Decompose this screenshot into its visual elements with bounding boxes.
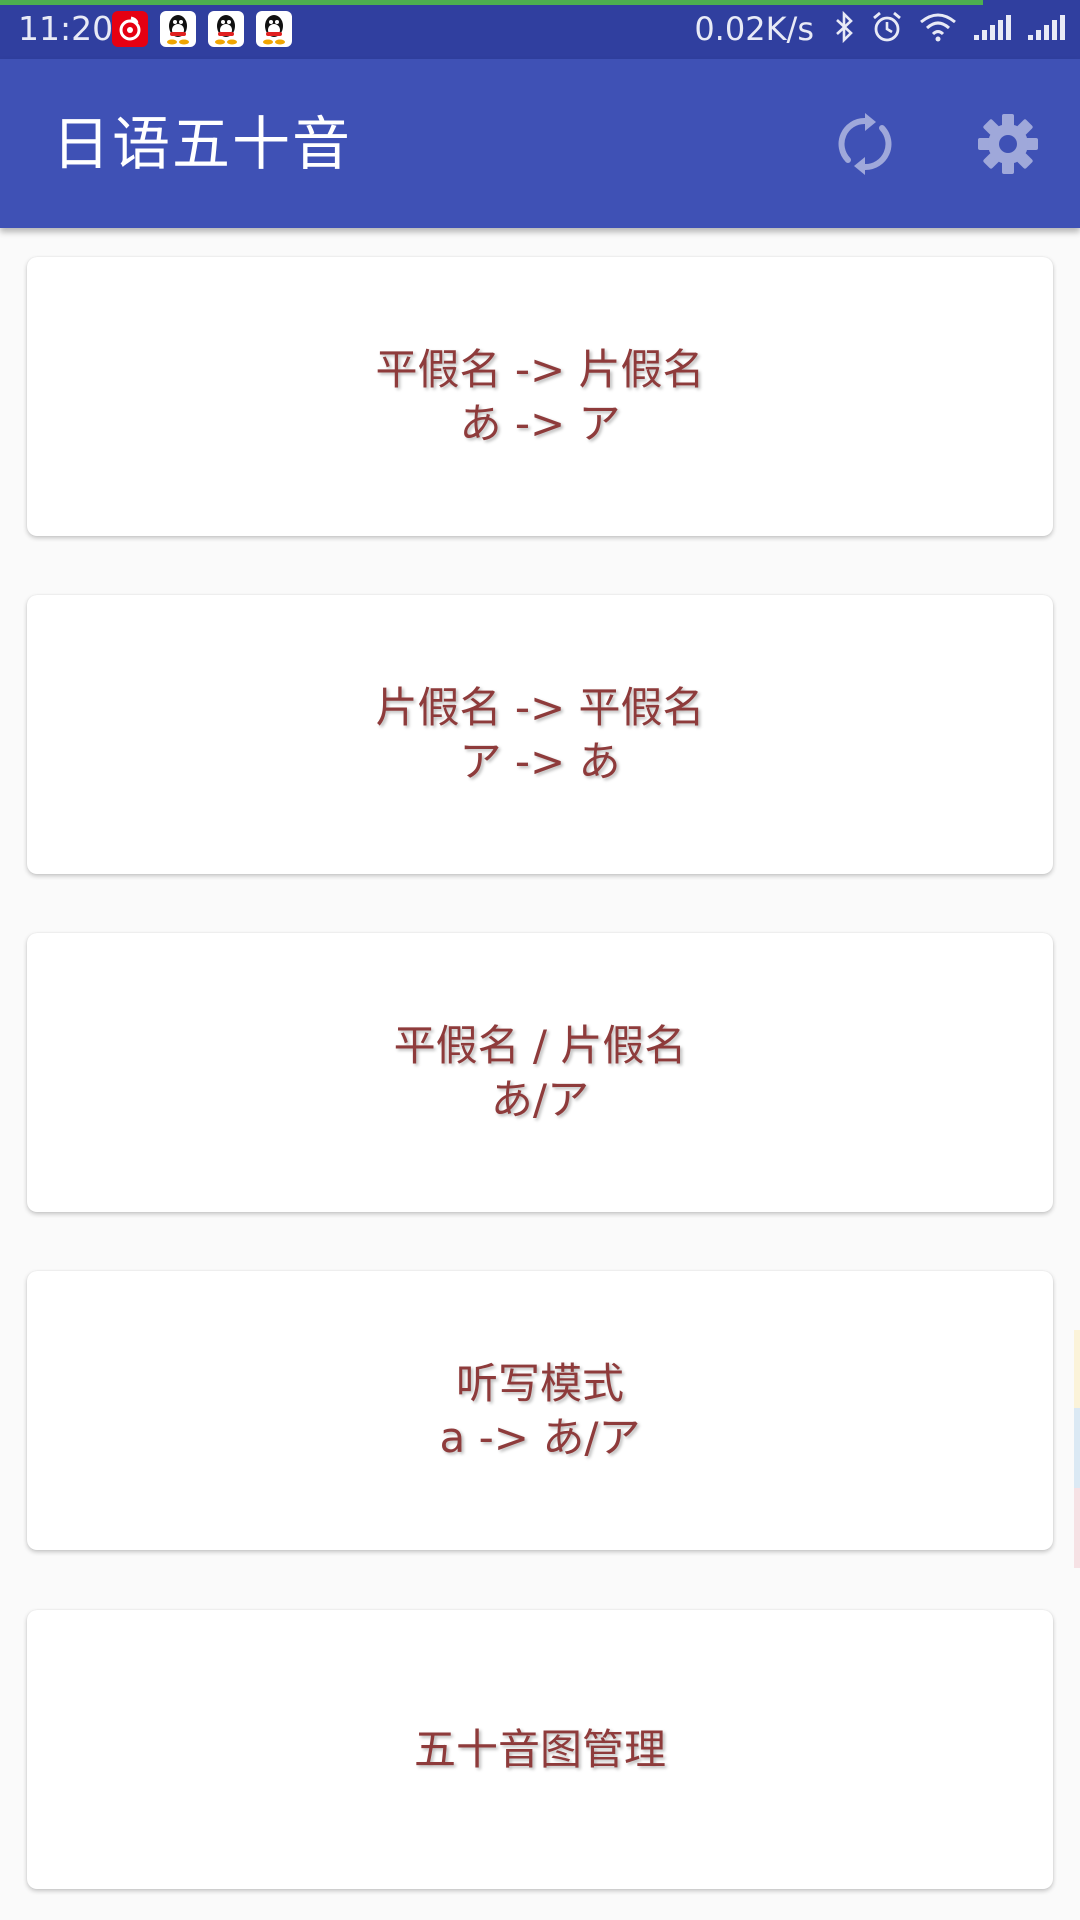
card-title: 五十音图管理 <box>413 1724 666 1774</box>
refresh-icon <box>838 113 892 175</box>
card-title: 平假名 / 片假名 <box>393 1020 687 1070</box>
card-title: 听写模式 <box>455 1358 624 1408</box>
card-hiragana-to-katakana[interactable]: 平假名 -> 片假名 あ -> ア <box>27 257 1053 536</box>
card-kana-chart-management[interactable]: 五十音图管理 <box>27 1610 1053 1889</box>
scroll-indicator <box>1074 1488 1080 1568</box>
status-time: 11:20 <box>18 9 114 48</box>
netease-music-icon <box>112 11 148 47</box>
load-progress-bar <box>0 0 983 5</box>
page-title: 日语五十音 <box>52 110 353 178</box>
card-example: あ/ア <box>490 1074 590 1124</box>
wifi-icon <box>918 12 958 46</box>
signal-icon <box>1026 13 1066 45</box>
scroll-indicator <box>1074 1330 1080 1408</box>
scroll-indicator <box>1074 1408 1080 1488</box>
settings-icon <box>978 114 1038 174</box>
card-example: ア -> あ <box>459 736 621 786</box>
network-speed: 0.02K/s <box>694 10 814 48</box>
card-title: 片假名 -> 平假名 <box>375 682 705 732</box>
qq-icon <box>256 11 292 47</box>
bluetooth-icon <box>834 10 856 47</box>
card-dictation-mode[interactable]: 听写模式 a -> あ/ア <box>27 1271 1053 1550</box>
app-bar: 日语五十音 <box>0 59 1080 228</box>
card-example: あ -> ア <box>459 398 621 448</box>
notification-icons <box>112 11 292 47</box>
signal-icon <box>972 13 1012 45</box>
card-katakana-to-hiragana[interactable]: 片假名 -> 平假名 ア -> あ <box>27 595 1053 874</box>
status-bar: 11:20 0.02K/s <box>0 0 1080 59</box>
card-hiragana-katakana-mixed[interactable]: 平假名 / 片假名 あ/ア <box>27 933 1053 1212</box>
qq-icon <box>208 11 244 47</box>
card-title: 平假名 -> 片假名 <box>375 344 705 394</box>
app-screen: 11:20 0.02K/s 日语五十音 平假名 -> 片假名 あ -> ア 片假… <box>0 0 1080 1920</box>
qq-icon <box>160 11 196 47</box>
alarm-icon <box>870 10 904 48</box>
card-example: a -> あ/ア <box>439 1412 641 1462</box>
system-status-icons: 0.02K/s <box>694 8 1066 50</box>
settings-button[interactable] <box>975 109 1041 179</box>
refresh-button[interactable] <box>833 109 897 179</box>
